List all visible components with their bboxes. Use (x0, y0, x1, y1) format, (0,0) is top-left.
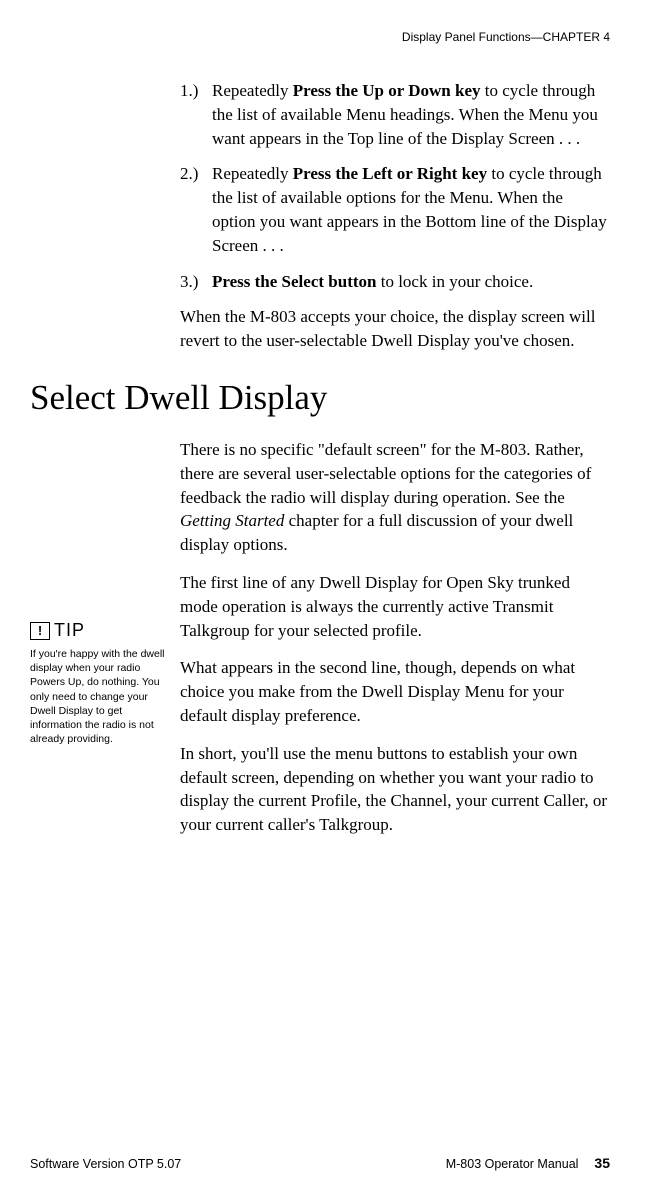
list-body: Repeatedly Press the Up or Down key to c… (212, 79, 610, 150)
list-item: 2.) Repeatedly Press the Left or Right k… (180, 162, 610, 257)
text: There is no specific "default screen" fo… (180, 440, 591, 507)
paragraph: What appears in the second line, though,… (180, 656, 610, 727)
paragraph: In short, you'll use the menu buttons to… (180, 742, 610, 837)
footer-manual: M-803 Operator Manual (446, 1157, 579, 1171)
list-number: 3.) (180, 270, 212, 294)
list-body: Press the Select button to lock in your … (212, 270, 610, 294)
page-footer: Software Version OTP 5.07 M-803 Operator… (30, 1155, 610, 1171)
text: to lock in your choice. (376, 272, 533, 291)
exclamation-icon: ! (30, 622, 50, 640)
paragraph: The first line of any Dwell Display for … (180, 571, 610, 642)
tip-label: TIP (54, 620, 85, 641)
running-header: Display Panel Functions—CHAPTER 4 (30, 30, 610, 44)
paragraph: When the M-803 accepts your choice, the … (180, 305, 610, 353)
list-number: 2.) (180, 162, 212, 257)
tip-text: If you're happy with the dwell display w… (30, 647, 165, 746)
tip-callout: ! TIP If you're happy with the dwell dis… (30, 620, 165, 746)
list-body: Repeatedly Press the Left or Right key t… (212, 162, 610, 257)
text: Repeatedly (212, 164, 293, 183)
page-number: 35 (594, 1155, 610, 1171)
tip-header: ! TIP (30, 620, 165, 641)
list-item: 3.) Press the Select button to lock in y… (180, 270, 610, 294)
section-heading: Select Dwell Display (30, 378, 610, 418)
paragraph: There is no specific "default screen" fo… (180, 438, 610, 557)
text-italic: Getting Started (180, 511, 284, 530)
list-item: 1.) Repeatedly Press the Up or Down key … (180, 79, 610, 150)
text-bold: Press the Left or Right key (293, 164, 487, 183)
footer-version: Software Version OTP 5.07 (30, 1157, 181, 1171)
list-number: 1.) (180, 79, 212, 150)
text-bold: Press the Select button (212, 272, 376, 291)
text: Repeatedly (212, 81, 293, 100)
text-bold: Press the Up or Down key (293, 81, 481, 100)
